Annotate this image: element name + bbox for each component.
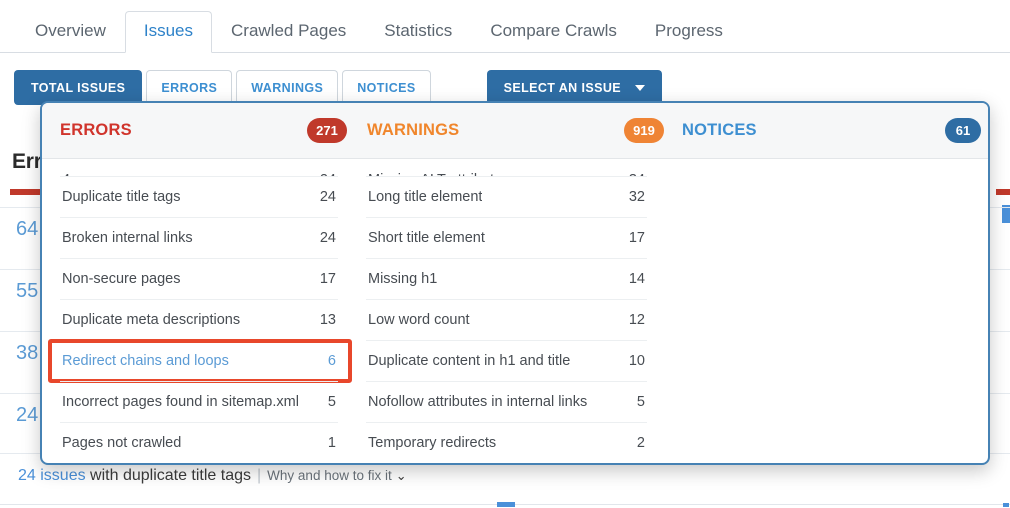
errors-issue-list: 4xx errors 24 Duplicate title tags 24 Br… xyxy=(60,159,338,463)
chevron-down-icon xyxy=(635,85,645,91)
list-item[interactable]: Incorrect pages found in sitemap.xml 5 xyxy=(60,381,338,422)
issue-filter-bar: TOTAL ISSUES ERRORS WARNINGS NOTICES SEL… xyxy=(14,70,662,105)
list-item[interactable]: Pages not crawled 1 xyxy=(60,422,338,463)
list-item[interactable]: Low word count 12 xyxy=(366,299,647,340)
errors-count-badge: 271 xyxy=(307,118,347,143)
issue-label: Non-secure pages xyxy=(62,271,181,287)
issue-count: 6 xyxy=(320,353,336,369)
dropdown-header-errors-label: ERRORS xyxy=(60,121,132,140)
tab-issues[interactable]: Issues xyxy=(125,11,212,53)
dropdown-header-errors-badge-group: 271 xyxy=(307,118,347,143)
issue-count-link[interactable]: 24 issues xyxy=(18,467,86,484)
list-item[interactable]: Broken internal links 24 xyxy=(60,217,338,258)
dropdown-header-notices-badge-group: 61 xyxy=(945,118,981,143)
background-count-value[interactable]: 38 xyxy=(16,342,38,365)
issue-count: 13 xyxy=(312,312,336,328)
notices-count-badge: 61 xyxy=(945,118,981,143)
app-root: Err 64 55 38 24 24 issues with duplicate… xyxy=(0,0,1010,508)
filter-total-issues[interactable]: TOTAL ISSUES xyxy=(14,70,142,105)
why-and-how-to-fix-link[interactable]: Why and how to fix it xyxy=(267,468,392,483)
dropdown-issue-lists: 4xx errors 24 Duplicate title tags 24 Br… xyxy=(42,159,988,465)
issue-count: 2 xyxy=(629,435,645,451)
list-item[interactable]: Duplicate meta descriptions 13 xyxy=(60,299,338,340)
background-count-value[interactable]: 24 xyxy=(16,404,38,427)
issue-count: 17 xyxy=(621,230,645,246)
bottom-blue-marker-right xyxy=(1003,503,1009,507)
list-item[interactable]: Non-secure pages 17 xyxy=(60,258,338,299)
tab-crawled-pages[interactable]: Crawled Pages xyxy=(212,11,365,53)
list-item[interactable]: Temporary redirects 2 xyxy=(366,422,647,463)
tab-compare-crawls[interactable]: Compare Crawls xyxy=(471,11,636,53)
filter-warnings[interactable]: WARNINGS xyxy=(236,70,338,105)
list-item[interactable]: Missing h1 14 xyxy=(366,258,647,299)
dropdown-header-notices[interactable]: NOTICES xyxy=(682,121,757,140)
tab-overview[interactable]: Overview xyxy=(16,11,125,53)
tab-statistics[interactable]: Statistics xyxy=(365,11,471,53)
issue-label: Short title element xyxy=(368,230,485,246)
chevron-down-icon[interactable]: ⌄ xyxy=(392,468,407,483)
issue-label: Duplicate title tags xyxy=(62,189,180,205)
list-item[interactable]: Long title element 32 xyxy=(366,176,647,217)
background-count-value[interactable]: 55 xyxy=(16,280,38,303)
dropdown-header-warnings[interactable]: WARNINGS xyxy=(367,121,459,140)
issue-count: 14 xyxy=(621,271,645,287)
filter-notices[interactable]: NOTICES xyxy=(342,70,430,105)
issue-count: 5 xyxy=(320,394,336,410)
dropdown-header-warnings-badge-group: 919 xyxy=(624,118,664,143)
bottom-blue-marker xyxy=(497,502,515,507)
dropdown-header-errors[interactable]: ERRORS xyxy=(60,121,132,140)
issue-label: Broken internal links xyxy=(62,230,193,246)
page-title: Err xyxy=(12,150,42,174)
issue-count: 17 xyxy=(312,271,336,287)
list-item[interactable]: Nofollow attributes in internal links 5 xyxy=(366,381,647,422)
issue-count: 24 xyxy=(312,189,336,205)
issue-label: Incorrect pages found in sitemap.xml xyxy=(62,394,299,410)
list-item[interactable]: Missing ALT attributes 34 xyxy=(366,159,647,176)
list-item[interactable]: Duplicate title tags 24 xyxy=(60,176,338,217)
dropdown-header: ERRORS 271 WARNINGS 919 NOTICES 61 xyxy=(42,103,988,159)
issue-label: Duplicate meta descriptions xyxy=(62,312,240,328)
dropdown-header-warnings-label: WARNINGS xyxy=(367,121,459,140)
list-item[interactable]: Short title element 17 xyxy=(366,217,647,258)
list-item[interactable]: 4xx errors 24 xyxy=(60,159,338,176)
issue-label: Missing h1 xyxy=(368,271,437,287)
dropdown-header-notices-label: NOTICES xyxy=(682,121,757,140)
warnings-issue-list: Missing ALT attributes 34 Long title ele… xyxy=(366,159,647,463)
filter-errors[interactable]: ERRORS xyxy=(146,70,232,105)
select-an-issue-dropdown-panel: ERRORS 271 WARNINGS 919 NOTICES 61 4xx e… xyxy=(40,101,990,465)
issue-label: Temporary redirects xyxy=(368,435,496,451)
list-item-redirect-chains-and-loops[interactable]: Redirect chains and loops 6 xyxy=(60,340,338,381)
issue-label: Pages not crawled xyxy=(62,435,181,451)
background-count-value[interactable]: 64 xyxy=(16,218,38,241)
issue-count: 32 xyxy=(621,189,645,205)
issue-label: Low word count xyxy=(368,312,470,328)
summary-separator: | xyxy=(251,467,267,484)
issue-label: Duplicate content in h1 and title xyxy=(368,353,570,369)
select-an-issue-dropdown-button[interactable]: SELECT AN ISSUE xyxy=(487,70,662,105)
issue-summary-text: with duplicate title tags xyxy=(86,467,251,484)
issue-label: Long title element xyxy=(368,189,482,205)
list-item[interactable]: Duplicate content in h1 and title 10 xyxy=(366,340,647,381)
issue-summary-line: 24 issues with duplicate title tags|Why … xyxy=(18,467,407,485)
select-an-issue-label: SELECT AN ISSUE xyxy=(504,81,621,95)
warnings-count-badge: 919 xyxy=(624,118,664,143)
title-underline-bar-right xyxy=(996,189,1010,195)
issue-label: Redirect chains and loops xyxy=(62,353,229,369)
main-tab-bar: Overview Issues Crawled Pages Statistics… xyxy=(0,0,1010,53)
issue-count: 5 xyxy=(629,394,645,410)
issue-count: 1 xyxy=(320,435,336,451)
issue-label: Nofollow attributes in internal links xyxy=(368,394,587,410)
issue-count: 24 xyxy=(312,230,336,246)
issue-count: 10 xyxy=(621,353,645,369)
tab-progress[interactable]: Progress xyxy=(636,11,742,53)
issue-count: 12 xyxy=(621,312,645,328)
